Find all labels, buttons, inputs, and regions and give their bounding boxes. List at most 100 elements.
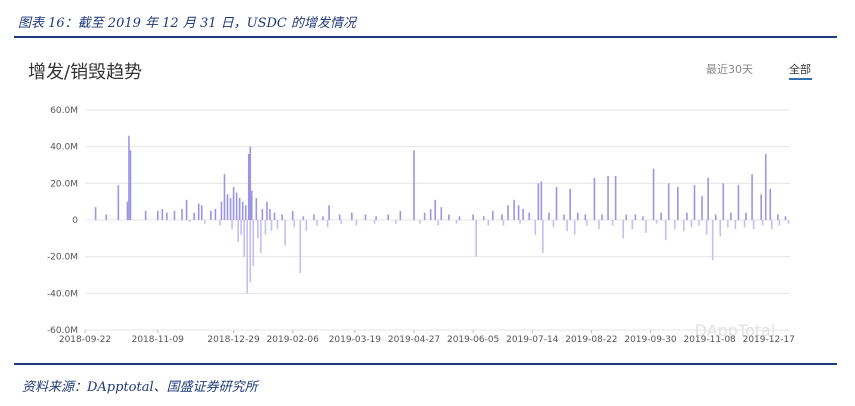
mint-bar — [210, 210, 212, 220]
mint-bar — [751, 174, 753, 220]
source-note: 资料来源：DApptotal、国盛证券研究所 — [22, 380, 258, 395]
mint-bar — [593, 177, 596, 220]
mint-bar — [273, 212, 276, 220]
x-tick-label: 2019-11-08 — [683, 335, 736, 345]
mint-bar — [269, 209, 271, 220]
burn-bar — [761, 220, 764, 226]
burn-bar — [743, 220, 746, 228]
burn-bar — [373, 220, 376, 224]
mint-bar — [255, 198, 258, 220]
mint-bar — [351, 212, 353, 220]
mint-bar — [129, 150, 132, 220]
burn-bar — [598, 220, 600, 230]
burn-bar — [293, 220, 296, 228]
burn-bar — [240, 220, 242, 235]
burn-bar — [719, 220, 722, 237]
y-tick-label: 40.0M — [50, 143, 78, 153]
mint-bar — [117, 185, 120, 220]
mint-bar — [338, 214, 341, 220]
burn-bar — [734, 220, 737, 230]
burn-bar — [203, 220, 206, 224]
mint-bar — [730, 212, 732, 220]
x-tick-label: 2018-12-29 — [207, 335, 260, 345]
y-tick-label: -40.0M — [47, 289, 78, 299]
mint-bar — [399, 210, 402, 220]
mint-bar — [229, 198, 232, 220]
burn-bar — [683, 220, 685, 231]
mint-bar — [440, 207, 443, 220]
burn-bar — [645, 220, 647, 233]
burn-bar — [340, 220, 343, 224]
mint-bar — [235, 192, 238, 220]
burn-bar — [276, 220, 279, 230]
burn-bar — [631, 220, 634, 230]
mint-bar — [540, 181, 543, 220]
y-tick-label: 0 — [72, 216, 78, 226]
mint-bar — [482, 216, 485, 220]
mint-bar — [328, 205, 330, 220]
mint-bar — [173, 210, 176, 220]
y-tick-label: 60.0M — [50, 106, 78, 116]
burn-bar — [284, 220, 286, 246]
mint-bar — [94, 207, 97, 220]
burn-bar — [655, 220, 658, 224]
mint-bar — [614, 176, 617, 220]
mint-bar — [584, 214, 587, 220]
mint-bar — [423, 212, 426, 220]
mint-bar — [537, 183, 540, 220]
burn-bar — [519, 220, 521, 224]
mint-bar — [652, 168, 655, 220]
y-tick-label: 20.0M — [50, 179, 78, 189]
burn-bar — [673, 220, 676, 230]
mint-bar — [250, 190, 253, 220]
burn-bar — [611, 220, 614, 226]
mint-bar — [693, 185, 696, 220]
mint-bar — [760, 194, 762, 220]
mint-bar — [156, 210, 159, 220]
mint-bar — [569, 188, 571, 220]
burn-bar — [270, 220, 273, 231]
x-tick-label: 2019-06-05 — [447, 335, 499, 345]
mint-bar — [625, 214, 628, 220]
burn-bar — [219, 220, 221, 226]
mint-bar — [105, 214, 108, 220]
burn-bar — [475, 220, 477, 257]
mint-bar — [281, 214, 283, 220]
burn-bar — [243, 220, 245, 257]
mint-bar — [472, 214, 474, 220]
burn-bar — [586, 220, 588, 226]
mint-bar — [197, 203, 200, 220]
mint-bar — [686, 212, 688, 220]
mint-bar — [714, 214, 717, 220]
burn-bar — [455, 220, 458, 224]
mint-bar — [555, 187, 558, 220]
mint-bar — [181, 209, 183, 220]
burn-bar — [778, 220, 781, 226]
mint-bar — [166, 212, 168, 220]
mint-bar — [784, 216, 787, 220]
mint-bar — [458, 216, 461, 220]
mint-bar — [745, 212, 747, 220]
mint-bar — [434, 199, 437, 220]
burn-bar — [419, 220, 421, 224]
mint-bar — [161, 209, 164, 220]
x-tick-label: 2019-03-19 — [329, 335, 382, 345]
burn-bar — [257, 220, 259, 239]
mint-bar — [722, 183, 725, 220]
mint-bar — [548, 212, 550, 220]
mint-bar — [576, 212, 579, 220]
burn-bar — [231, 220, 233, 230]
burn-bar — [771, 220, 773, 230]
mint-bar — [737, 185, 740, 220]
mint-bar — [193, 212, 195, 220]
x-tick-label: 2019-12-17 — [743, 335, 795, 345]
mint-bar — [429, 209, 432, 220]
x-tick-label: 2019-04-27 — [388, 335, 440, 345]
burn-bar — [260, 220, 262, 253]
mint-bar — [769, 188, 772, 220]
burn-bar — [246, 220, 249, 294]
burn-bar — [299, 220, 302, 274]
burn-bar — [787, 220, 790, 224]
mint-bar — [413, 150, 415, 220]
mint-bar — [144, 210, 147, 220]
